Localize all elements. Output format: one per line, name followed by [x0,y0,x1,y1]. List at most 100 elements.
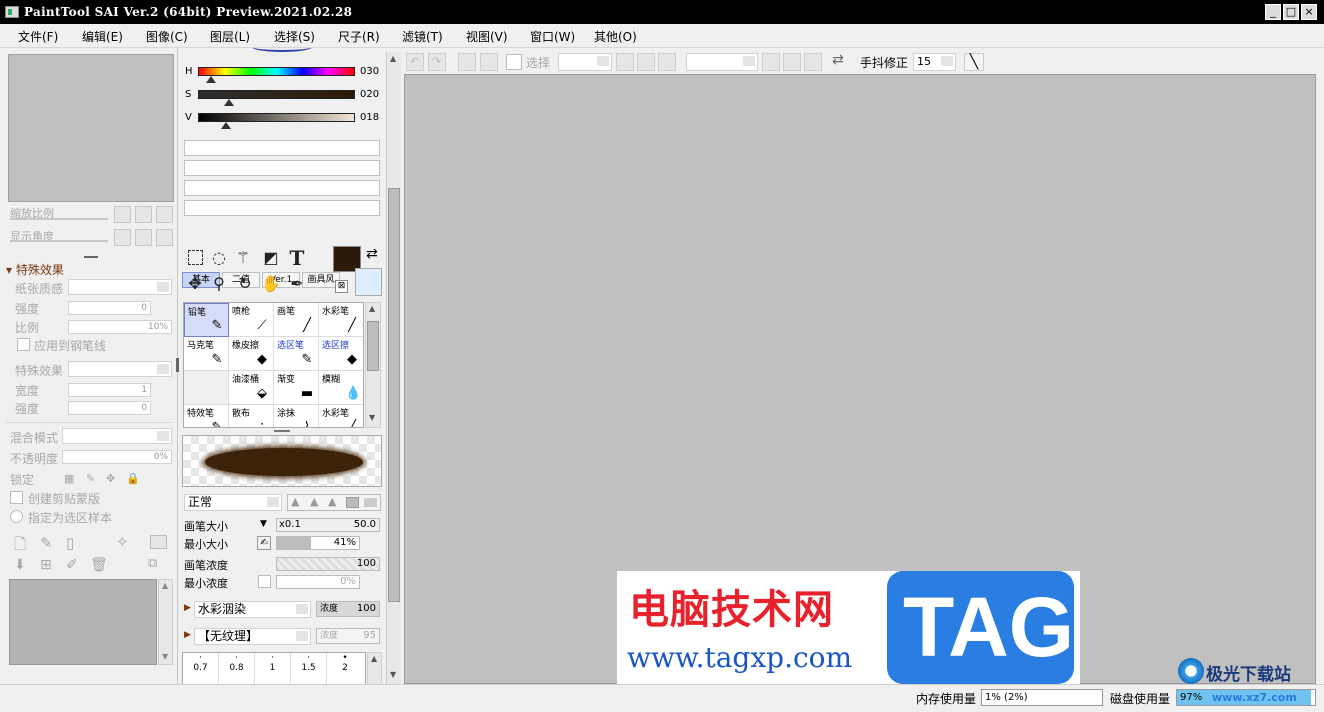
brush-select-eraser[interactable]: 选区擦 ◆ [319,337,363,371]
background-color-swatch[interactable] [355,268,382,296]
texture-expand-icon[interactable]: ▶ [184,630,191,640]
preset-3[interactable]: · 1.5 [291,653,327,684]
menu-select[interactable]: 选择(S) [274,28,315,45]
brush-eraser[interactable]: 橡皮擦 ◆ [229,337,274,371]
shape-flat-icon[interactable] [346,497,359,508]
zoom-reset-tb-button[interactable] [658,53,676,71]
pressure-density-checkbox[interactable] [258,575,271,588]
lock-move-icon[interactable]: ✥ [106,472,115,485]
invert-selection-button[interactable] [480,53,498,71]
flip-horizontal-icon[interactable]: ⇄ [832,52,844,68]
layer-mask-button[interactable] [150,535,167,549]
swatch-slot-4[interactable] [184,200,380,216]
shape-tool-icon[interactable]: ◩ [260,247,282,269]
brush-gradient[interactable]: 渐变 ▬ [274,371,319,405]
brush-size-slider[interactable]: x0.1 50.0 [276,518,380,532]
min-density-slider[interactable]: 0% [276,575,360,589]
new-linework-layer-icon[interactable]: ✎ [40,534,53,552]
minimize-button[interactable]: _ [1265,4,1281,20]
brush-grid-scrollbar[interactable]: ▲ ▼ [365,302,381,428]
shape-soft-icon[interactable]: ▲ [328,495,336,508]
swatch-slot-2[interactable] [184,160,380,176]
layer-effect-icon[interactable]: ✧ [116,533,129,551]
shape-mid-icon[interactable]: ▲ [310,495,318,508]
brush-pencil[interactable]: 铅笔 ✎ [184,303,229,337]
deselect-button[interactable] [458,53,476,71]
paper-texture-dropdown[interactable] [68,279,172,295]
hue-marker[interactable] [206,76,217,83]
lasso-tool-icon[interactable]: ◌ [208,247,230,269]
clip-mask-checkbox[interactable] [10,491,23,504]
menu-view[interactable]: 视图(V) [466,28,508,45]
swatch-slot-3[interactable] [184,180,380,196]
panel-resize-handle[interactable] [176,358,179,372]
menu-image[interactable]: 图像(C) [146,28,188,45]
redo-button[interactable]: ↷ [428,53,446,71]
brush-density-slider[interactable]: 100 [276,557,380,571]
brush-fx-pen[interactable]: 特效笔 ✎ [184,405,229,427]
move-tool-icon[interactable]: ✥ [184,273,206,295]
menu-file[interactable]: 文件(F) [18,28,58,45]
apply-to-pen-checkbox[interactable] [17,338,30,351]
brush-mode-dropdown[interactable]: 正常 [184,494,282,511]
menu-ruler[interactable]: 尺子(R) [338,28,380,45]
menu-other[interactable]: 其他(O) [594,28,637,45]
brush-select-pen[interactable]: 选区笔 ✎ [274,337,319,371]
selection-dropdown[interactable] [558,53,612,71]
value-bar[interactable] [198,113,355,122]
zoom-reset-button[interactable] [156,206,173,223]
clear-layer-icon[interactable]: ✐ [66,557,78,573]
transparent-color-icon[interactable]: ⊠ [335,280,348,293]
saturation-bar[interactable] [198,90,355,99]
menu-layer[interactable]: 图层(L) [210,28,250,45]
effect-dropdown[interactable] [68,361,172,377]
rect-select-tool-icon[interactable] [184,247,206,269]
menu-filter[interactable]: 滤镜(T) [402,28,443,45]
shape-square-icon[interactable] [364,498,377,507]
scale-field[interactable]: 10% [68,320,172,334]
opacity-field[interactable]: 0% [62,450,172,464]
panel-splitter[interactable] [84,256,98,258]
swatch-slot-1[interactable] [184,140,380,156]
scroll-down-icon[interactable]: ▼ [390,670,396,679]
scroll-up-icon[interactable]: ▲ [369,304,375,313]
texture-dropdown[interactable]: 【无纹理】 [194,628,311,645]
selection-checkbox[interactable] [506,54,522,70]
rotate-right-tb-button[interactable] [783,53,801,71]
rotate-left-tb-button[interactable] [762,53,780,71]
navigator-preview[interactable] [8,54,174,202]
saturation-marker[interactable] [224,99,235,106]
lock-all-icon[interactable]: 🔒 [126,472,140,485]
pressure-size-icon[interactable]: ✍ [257,536,271,550]
zoom-in-tb-button[interactable] [637,53,655,71]
shape-sharp-icon[interactable]: ▲ [291,495,299,508]
new-layer-icon[interactable]: 🗋 [14,534,26,559]
preset-0[interactable]: · 0.7 [183,653,219,684]
hand-tool-icon[interactable]: ✋ [260,273,282,295]
scroll-down-icon[interactable]: ▼ [369,413,375,422]
close-button[interactable]: × [1301,4,1317,20]
size-range-icon[interactable]: ▼ [260,519,267,529]
zoom-tool-icon[interactable]: ⚲ [208,273,230,295]
brush-grid-scroll-thumb[interactable] [367,321,379,371]
undo-button[interactable]: ↶ [406,53,424,71]
preset-1[interactable]: · 0.8 [219,653,255,684]
brush-bucket[interactable]: 油漆桶 ⬙ [229,371,274,405]
scroll-up-icon[interactable]: ▲ [371,654,377,663]
scroll-down-icon[interactable]: ▼ [162,652,168,661]
merge-down-icon[interactable]: ⬇ [14,557,26,573]
preset-4[interactable]: • 2 [327,653,363,684]
angle-slider[interactable] [10,240,108,242]
panel-scrollbar[interactable]: ▲ ▼ [386,52,401,684]
rotate-tool-icon[interactable]: ↻ [234,273,256,295]
brush-blur[interactable]: 模糊 💧 [319,371,363,405]
texture-amount-slider[interactable]: 浓度 95 [316,628,380,644]
rotate-reset-tb-button[interactable] [804,53,822,71]
lock-transparency-icon[interactable]: ▦ [64,472,74,485]
layer-options-icon[interactable]: ⧉ [148,556,157,571]
blend-amount-slider[interactable]: 浓度 100 [316,601,380,617]
eyedropper-tool-icon[interactable]: ✒ [286,273,308,295]
preset-2[interactable]: · 1 [255,653,291,684]
scroll-up-icon[interactable]: ▲ [390,54,396,63]
angle-dropdown[interactable] [686,53,758,71]
